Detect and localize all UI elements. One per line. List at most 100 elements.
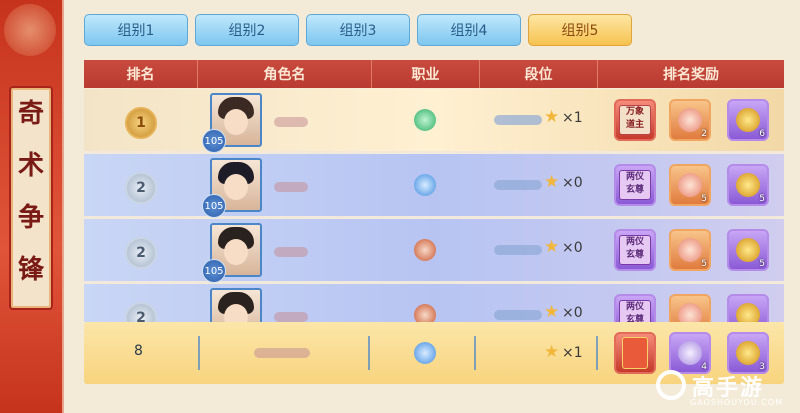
gold-ingot-icon (736, 108, 760, 132)
blurred-tier (494, 245, 542, 255)
header-class: 职业 (372, 60, 480, 88)
blurred-name (274, 117, 308, 127)
divider (596, 336, 598, 370)
star-count: ×1 (562, 345, 583, 361)
title-char: 锋 (17, 255, 44, 285)
header-role-name: 角色名 (198, 60, 372, 88)
class-icon (414, 239, 436, 261)
blurred-name (274, 247, 308, 257)
rank-medal: 2 (125, 172, 157, 204)
divider (368, 336, 370, 370)
class-icon (414, 174, 436, 196)
level-badge: 105 (202, 194, 226, 218)
reward-title-card[interactable]: 两仪 玄尊 (614, 164, 656, 206)
star-icon: ★ (544, 302, 560, 322)
level-badge: 105 (202, 129, 226, 153)
rank-medal: 2 (125, 237, 157, 269)
watermark-logo: 高手游 GAOSHOUYOU.COM (656, 366, 792, 410)
reward-title-top: 两仪 (625, 237, 644, 247)
header-tier: 段位 (480, 60, 598, 88)
blurred-name (274, 312, 308, 322)
star-count: ×1 (562, 110, 583, 126)
tab-group-5[interactable]: 组别5 (528, 14, 632, 46)
reward-title-top: 两仪 (625, 302, 644, 312)
star-icon: ★ (544, 172, 560, 192)
reward-title-card[interactable]: 两仪 玄尊 (614, 229, 656, 271)
watermark-url: GAOSHOUYOU.COM (690, 398, 784, 407)
item-count: 2 (701, 129, 707, 139)
header-rank-reward: 排名奖励 (663, 67, 719, 83)
class-icon (414, 109, 436, 131)
reward-red-envelope-item[interactable] (614, 332, 656, 374)
gold-ingot-icon (736, 341, 760, 365)
item-count: 5 (759, 194, 765, 204)
item-count: 6 (759, 129, 765, 139)
table-row[interactable]: 2 105 ★ ×0 两仪玄尊 5 5 (84, 219, 784, 283)
header-rank: 排名 (84, 60, 198, 88)
reward-coin-item[interactable]: 5 (727, 229, 769, 271)
star-icon: ★ (544, 342, 560, 362)
tab-group-2[interactable]: 组别2 (195, 14, 299, 46)
table-row[interactable]: 1 105 ★ ×1 万象道主 2 6 (84, 89, 784, 153)
reward-title-bottom: 玄尊 (625, 185, 644, 195)
level-badge: 105 (202, 259, 226, 283)
blurred-tier (494, 310, 542, 320)
pearl-icon (678, 341, 702, 365)
table-row[interactable]: 2 105 ★ ×0 两仪玄尊 5 5 (84, 154, 784, 218)
gold-ingot-icon (736, 238, 760, 262)
reward-title-bottom: 玄尊 (625, 250, 644, 260)
star-count: ×0 (562, 175, 583, 191)
item-count: 5 (759, 259, 765, 269)
gold-ingot-icon (736, 303, 760, 322)
avatar[interactable] (210, 288, 262, 322)
title-char: 术 (17, 151, 44, 181)
item-count: 5 (701, 259, 707, 269)
reward-title-card[interactable]: 万象 道主 (614, 99, 656, 141)
rank-medal: 2 (125, 302, 157, 322)
star-icon: ★ (544, 237, 560, 257)
star-icon: ★ (544, 107, 560, 127)
blurred-name (254, 348, 310, 358)
blurred-name (274, 182, 308, 192)
swirl-icon (678, 108, 702, 132)
rank-medal: 1 (125, 107, 157, 139)
side-banner: 奇 术 争 锋 (0, 0, 62, 413)
gold-ingot-icon (736, 173, 760, 197)
swirl-icon (678, 303, 702, 322)
reward-scroll-item[interactable]: 5 (669, 294, 711, 322)
swirl-icon (678, 238, 702, 262)
tab-group-1[interactable]: 组别1 (84, 14, 188, 46)
class-icon (414, 342, 436, 364)
reward-coin-item[interactable]: 6 (727, 99, 769, 141)
star-count: ×0 (562, 240, 583, 256)
cloud-ornament-icon (4, 4, 56, 56)
item-count: 5 (701, 194, 707, 204)
blurred-tier (494, 180, 542, 190)
star-count: ×0 (562, 305, 583, 321)
reward-scroll-item[interactable]: 2 (669, 99, 711, 141)
divider (198, 336, 200, 370)
reward-coin-item[interactable]: 5 (727, 294, 769, 322)
reward-title-top: 万象 (625, 107, 644, 117)
title-char: 争 (17, 203, 44, 233)
table-header: 排名 角色名 职业 段位 排名奖励 (84, 60, 784, 88)
title-char: 奇 (17, 99, 44, 129)
reward-coin-item[interactable]: 5 (727, 164, 769, 206)
swirl-icon (678, 173, 702, 197)
divider (474, 336, 476, 370)
table-row[interactable]: 2 105 ★ ×0 两仪玄尊 5 5 (84, 284, 784, 322)
tab-group-4[interactable]: 组别4 (417, 14, 521, 46)
reward-title-card[interactable]: 两仪 玄尊 (614, 294, 656, 322)
reward-title-top: 两仪 (625, 172, 644, 182)
reward-title-bottom: 玄尊 (625, 315, 644, 322)
class-icon (414, 304, 436, 322)
reward-title-bottom: 道主 (625, 120, 644, 130)
reward-scroll-item[interactable]: 5 (669, 164, 711, 206)
blurred-tier (494, 115, 542, 125)
ranking-panel: 组别1 组别2 组别3 组别4 组别5 排名 角色名 职业 段位 排名奖励 1 … (64, 0, 800, 413)
reward-scroll-item[interactable]: 5 (669, 229, 711, 271)
my-rank-number: 8 (134, 343, 143, 359)
g-logo-icon (656, 370, 686, 400)
tab-group-3[interactable]: 组别3 (306, 14, 410, 46)
event-title-plaque: 奇 术 争 锋 (9, 86, 53, 310)
